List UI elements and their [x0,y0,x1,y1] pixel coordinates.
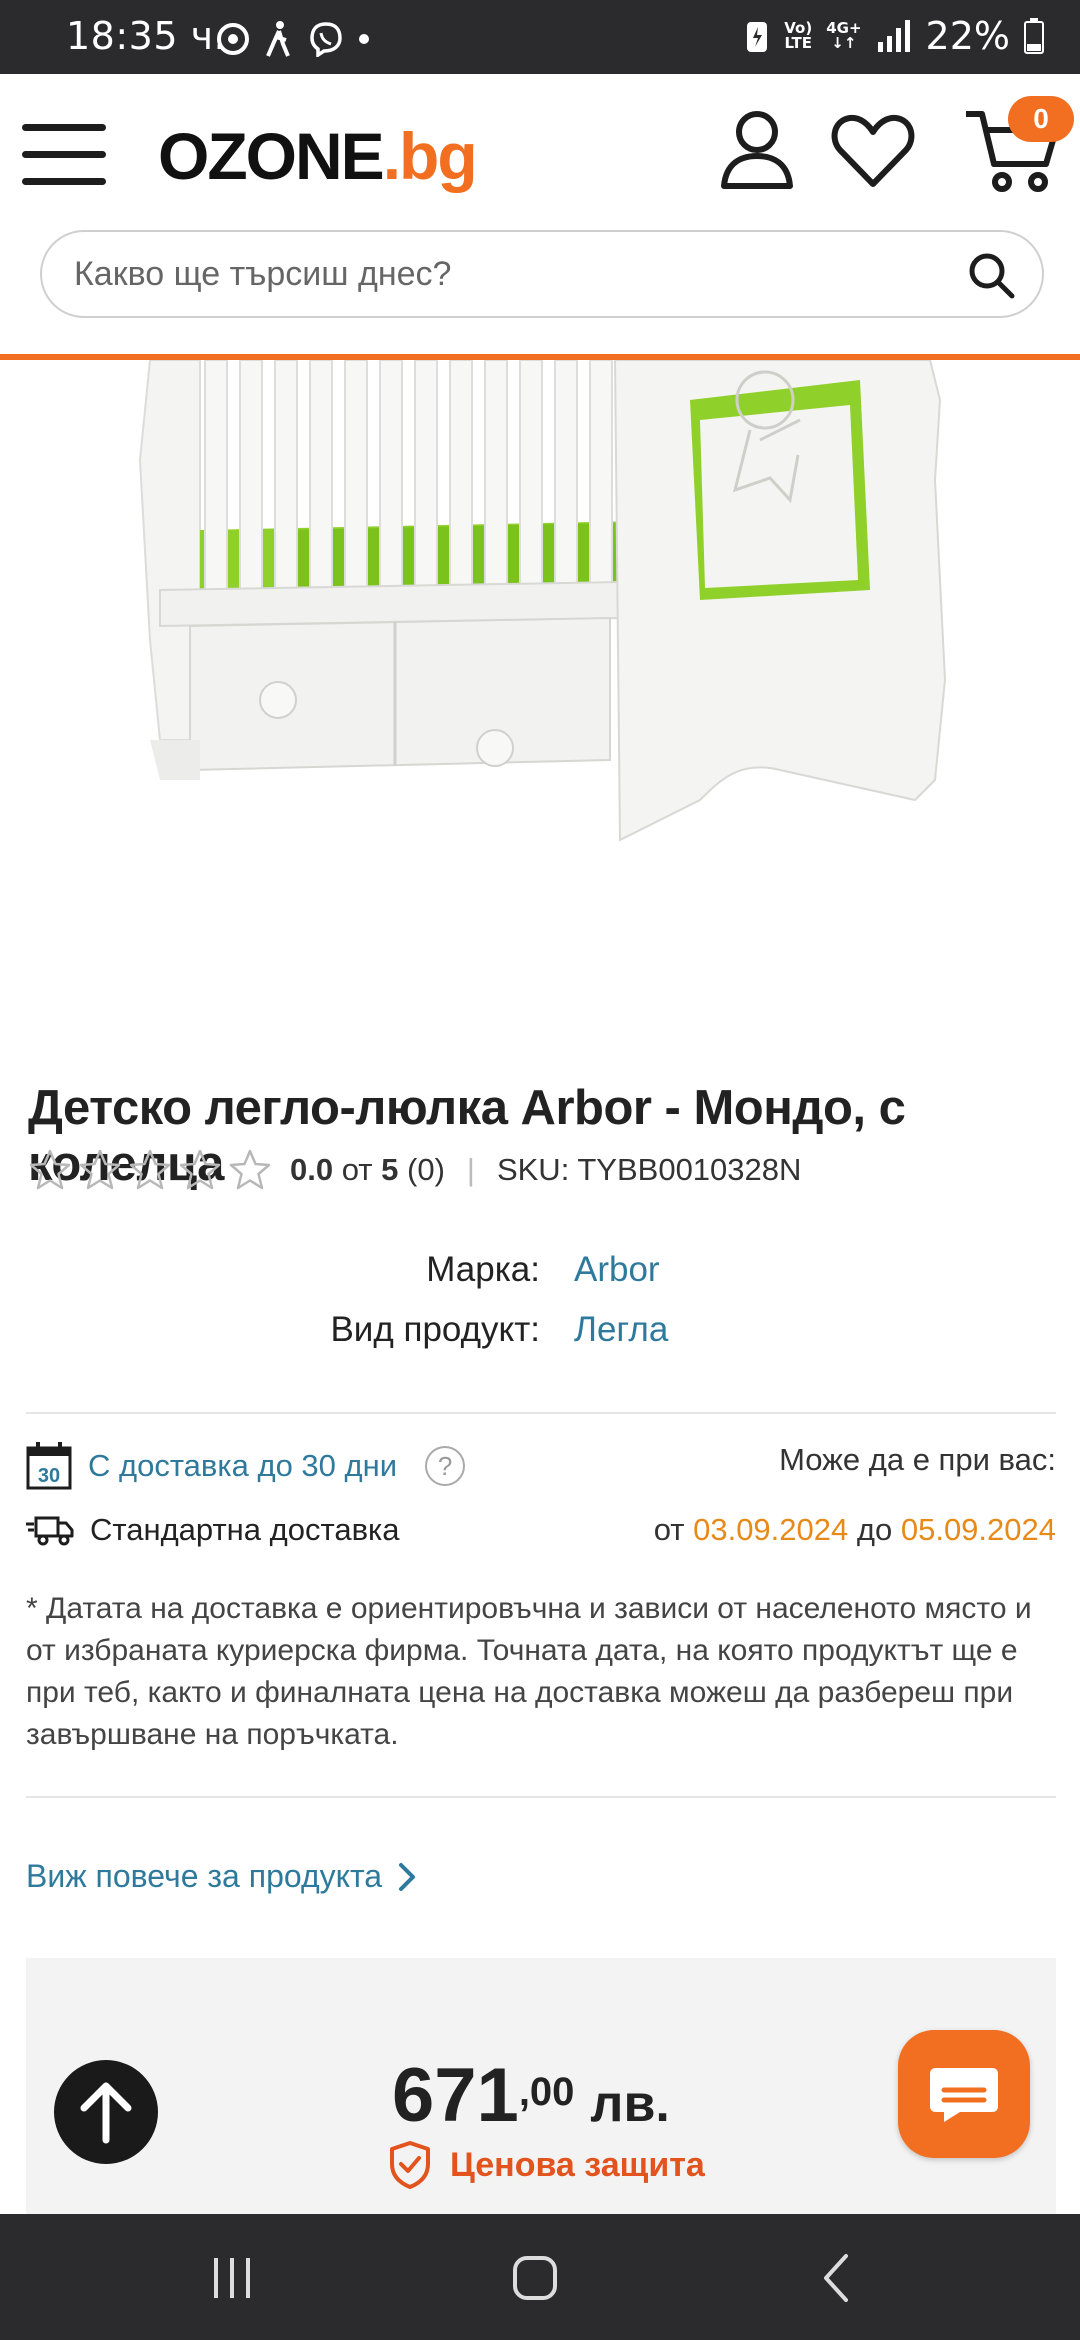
price-whole: 671 [392,2053,519,2138]
price-currency: лв. [590,2075,670,2133]
battery-percent: 22% [925,14,1010,58]
product-sku: SKU: TYBB0010328N [496,1152,802,1187]
may-be-with-you: Може да е при вас: [779,1442,1056,1477]
arrow-up-icon [80,2082,132,2144]
site-logo[interactable]: OZONE.bg [158,118,478,194]
rating-value: 0.0 [290,1152,334,1187]
rating-count[interactable]: (0) [407,1152,445,1188]
volte-indicator: Vo) LTE [784,19,813,52]
battery-icon [1024,18,1044,54]
status-notification-icons [216,20,370,58]
spec-row-brand: Марка: Arbor [0,1250,1080,1300]
delivery-from-date: 03.09.2024 [693,1512,849,1547]
product-image[interactable] [0,360,1080,1020]
menu-bar [22,151,106,158]
spec-value-link[interactable]: Arbor [574,1250,660,1290]
delivery-note: * Датата на доставка е ориентировъчна и … [26,1592,1032,1751]
viber-icon [310,22,342,57]
calendar-icon: 30 [26,1442,72,1490]
spec-key: Вид продукт: [330,1310,540,1349]
separator: | [466,1152,475,1187]
price-protection[interactable]: Ценова защита [388,2140,705,2190]
menu-bar [22,178,106,185]
divider [26,1796,1056,1798]
walking-icon [266,21,290,57]
battery-saver-icon [747,22,768,52]
spec-value-link[interactable]: Легла [574,1310,668,1350]
menu-bar [22,124,106,131]
divider [26,1412,1056,1414]
delivery-truck-icon [26,1516,74,1546]
recent-apps-icon[interactable] [202,2248,262,2308]
system-nav-bar [0,2214,1080,2340]
help-icon[interactable]: ? [425,1446,466,1486]
cart-count-badge: 0 [1008,96,1074,142]
search-icon[interactable] [966,250,1016,300]
delivery-date-range: от 03.09.2024 до 05.09.2024 [653,1512,1056,1547]
search-input[interactable] [72,253,936,295]
see-more-link[interactable]: Виж повече за продукта [26,1858,416,1895]
standard-delivery-label: Стандартна доставка [90,1512,400,1547]
status-right: Vo) LTE 4G+ ↓↑ 22% [744,14,1044,58]
signal-icon [877,20,910,52]
delivery-window-link[interactable]: С доставка до 30 дни [88,1448,397,1484]
product-price: 671,00 лв. [392,2052,670,2139]
standard-delivery-row: Стандартна доставка от 03.09.2024 до 05.… [26,1512,1056,1562]
user-account-icon[interactable] [712,104,802,194]
back-icon[interactable] [808,2248,868,2308]
spec-key: Марка: [426,1250,540,1289]
delivery-to-date: 05.09.2024 [900,1512,1056,1547]
star-empty-icon[interactable] [178,1148,222,1192]
chat-button[interactable] [898,2030,1030,2158]
status-bar: 18:35 ч. Vo) LTE 4G+ ↓↑ 22% [0,0,1080,74]
delivery-window-row: 30 С доставка до 30 дни ? Може да е при … [26,1442,1056,1492]
see-more-label: Виж повече за продукта [26,1858,383,1894]
rating-of: от [341,1152,373,1187]
search-bar [40,230,1044,318]
calendar-day: 30 [38,1465,60,1487]
home-icon[interactable] [505,2248,565,2308]
shield-check-icon [390,2141,430,2189]
status-time: 18:35 ч. [66,14,227,58]
product-rating: 0.0 от 5 (0) | SKU: TYBB0010328N [28,1148,801,1192]
rating-max: 5 [381,1152,399,1187]
site-header: OZONE.bg 0 [0,74,1080,360]
chevron-right-icon [399,1862,416,1891]
star-empty-icon[interactable] [78,1148,122,1192]
chrome-icon [217,23,249,55]
scroll-to-top-button[interactable] [54,2060,158,2164]
price-protection-label: Ценова защита [450,2145,705,2184]
star-empty-icon[interactable] [228,1148,272,1192]
price-cents: ,00 [518,2069,575,2114]
menu-button[interactable] [22,124,106,186]
rating-stars[interactable] [28,1148,272,1192]
wishlist-heart-icon[interactable] [828,104,918,194]
star-empty-icon[interactable] [128,1148,172,1192]
crib-illustration [138,360,947,842]
dot-icon [359,34,369,44]
data-indicator: 4G+ ↓↑ [826,19,862,52]
spec-row-type: Вид продукт: Легла [0,1310,1080,1360]
star-empty-icon[interactable] [28,1148,72,1192]
chat-icon [930,2068,998,2122]
